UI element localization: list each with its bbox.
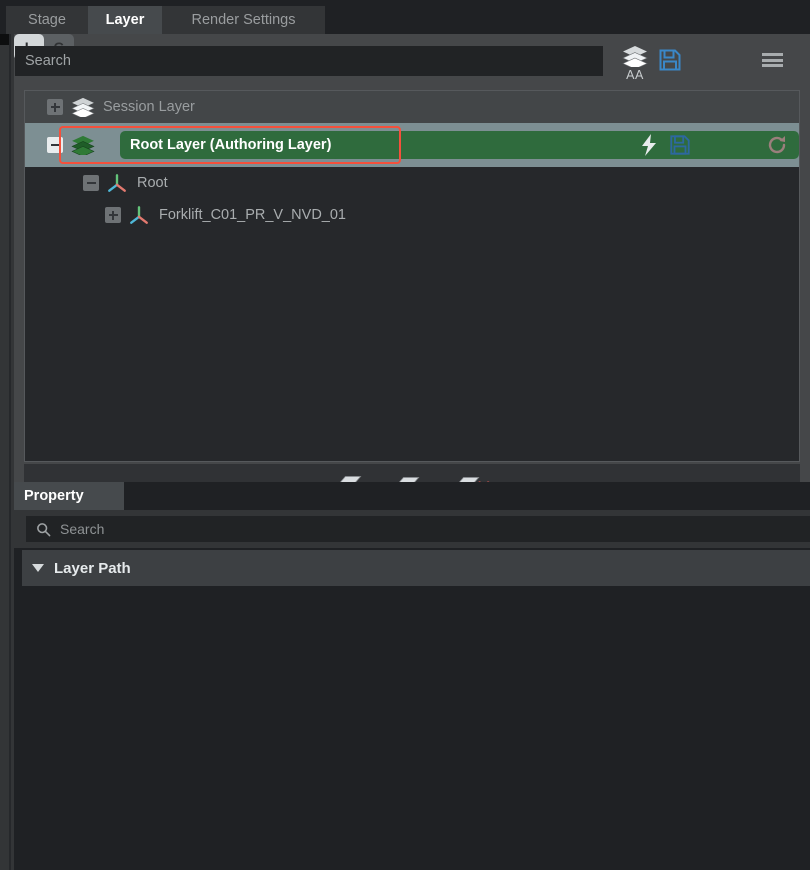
layer-tree-label-root-layer: Root Layer (Authoring Layer)	[130, 137, 332, 153]
layer-tree-row-forklift-prim[interactable]: Forklift_C01_PR_V_NVD_01	[25, 199, 799, 231]
xform-axis-icon	[130, 206, 148, 224]
layer-tree-label-forklift-prim: Forklift_C01_PR_V_NVD_01	[159, 207, 346, 223]
property-tab-bar: Property	[14, 482, 810, 510]
xform-axis-icon	[108, 174, 126, 192]
layer-search-input[interactable]	[15, 46, 603, 76]
property-search-input[interactable]: Search	[26, 516, 810, 542]
layer-stack-icon-green	[71, 135, 95, 155]
layer-options-menu-button[interactable]	[758, 46, 786, 74]
search-magnifier-icon	[37, 522, 51, 536]
layer-tree-label-session: Session Layer	[103, 99, 195, 115]
tab-render-settings[interactable]: Render Settings	[162, 6, 325, 34]
layer-tree-children: Root Forklift_C01_PR_V_NVD_01	[25, 167, 799, 461]
window-tab-bar: Stage Layer Render Settings	[0, 6, 810, 34]
expander-plus-icon[interactable]	[47, 99, 63, 115]
tab-layer-label: Layer	[105, 12, 145, 28]
expander-plus-icon[interactable]	[105, 207, 121, 223]
expander-minus-icon[interactable]	[83, 175, 99, 191]
tab-property[interactable]: Property	[14, 482, 124, 510]
save-floppy-icon[interactable]	[669, 134, 691, 156]
layer-tree-row-root-prim[interactable]: Root	[25, 167, 799, 199]
chevron-down-icon	[32, 564, 44, 572]
layer-tree-row-root-layer[interactable]: Root Layer (Authoring Layer)	[25, 123, 799, 167]
hamburger-menu-icon	[761, 51, 783, 70]
tab-property-label: Property	[24, 488, 84, 504]
layer-tree-row-session[interactable]: Session Layer	[25, 91, 799, 123]
section-title-layer-path: Layer Path	[54, 559, 131, 577]
section-header-layer-path[interactable]: Layer Path	[22, 550, 810, 586]
expander-minus-icon[interactable]	[47, 137, 63, 153]
property-search-placeholder: Search	[60, 521, 105, 537]
tab-layer[interactable]: Layer	[88, 6, 162, 34]
tab-stage-label: Stage	[28, 12, 66, 28]
save-layer-button[interactable]	[656, 46, 684, 74]
tab-stage[interactable]: Stage	[6, 6, 88, 34]
left-dock-gutter	[0, 34, 14, 870]
layer-panel: AA L G	[14, 34, 810, 510]
omniverse-layer-property-window: Stage Layer Render Settings AA	[0, 0, 810, 870]
lightning-bolt-icon[interactable]	[639, 133, 659, 157]
layer-stack-icon	[622, 45, 648, 67]
tab-render-settings-label: Render Settings	[191, 12, 296, 28]
dock-rail	[9, 34, 11, 870]
root-layer-reload-action[interactable]	[765, 133, 789, 157]
layer-stack-icon-white	[71, 97, 95, 117]
layer-search-toolbar: AA L G	[14, 34, 810, 90]
reload-refresh-icon	[768, 136, 786, 154]
authoring-layer-name[interactable]: Root Layer (Authoring Layer)	[122, 131, 340, 159]
layer-tree-label-root-prim: Root	[137, 175, 168, 191]
property-search-row: Search	[14, 510, 810, 548]
save-floppy-icon	[659, 49, 681, 71]
layer-aa-label: AA	[626, 67, 644, 82]
property-panel: Property Search Layer Path omniverse://l…	[14, 482, 810, 870]
dock-notch	[0, 34, 9, 45]
layer-aa-toggle-button[interactable]: AA	[618, 42, 652, 84]
layer-tree: Session Layer Root Layer (Authoring Laye…	[24, 90, 800, 462]
root-layer-row-actions	[639, 133, 691, 157]
